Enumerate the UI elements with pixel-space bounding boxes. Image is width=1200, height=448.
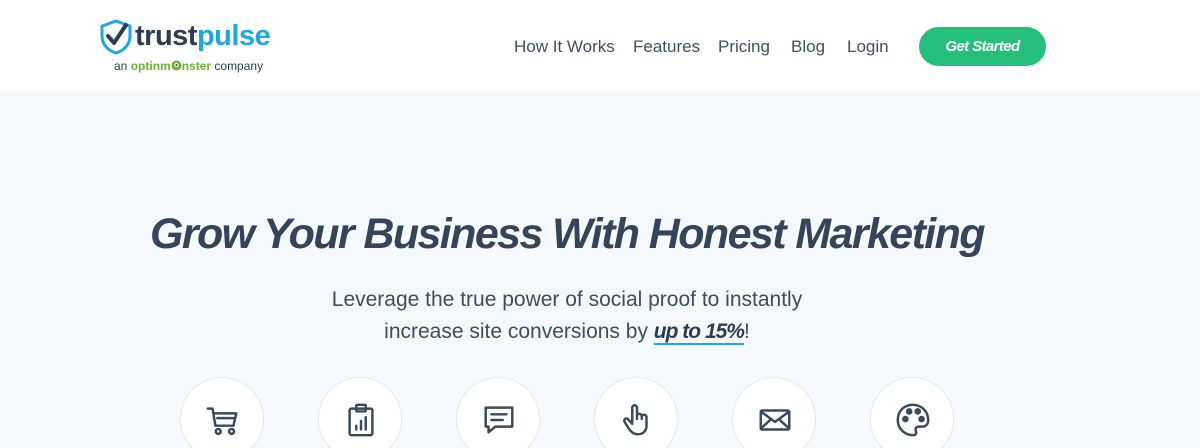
optinmonster-part-b: nster: [181, 59, 212, 73]
feature-pointer[interactable]: [594, 377, 678, 448]
site-header: trustpulse an optinm nster company How It…: [0, 0, 1200, 91]
pointer-hand-icon: [623, 404, 648, 436]
nav-features[interactable]: Features: [633, 36, 700, 58]
hero-title: Grow Your Business With Honest Marketing: [150, 210, 986, 258]
trustpulse-logo[interactable]: trustpulse an optinm nster company: [99, 17, 279, 77]
nav-login[interactable]: Login: [847, 36, 889, 58]
feature-email[interactable]: [732, 377, 816, 448]
logo-tagline: an optinm nster company: [114, 58, 263, 74]
shield-check-icon: [100, 19, 132, 55]
subtitle-suffix: !: [743, 320, 750, 343]
hero-subtitle-line1: Leverage the true power of social proof …: [331, 288, 803, 311]
conversion-highlight: up to 15%: [653, 320, 745, 343]
feature-analytics[interactable]: [318, 377, 402, 448]
cart-icon: [206, 407, 238, 436]
tagline-prefix: an: [114, 59, 128, 73]
feature-messages[interactable]: [456, 377, 540, 448]
nav-pricing[interactable]: Pricing: [718, 36, 770, 58]
palette-icon: [896, 403, 930, 437]
clipboard-chart-icon: [348, 403, 374, 437]
logo-word-trust: trust: [135, 20, 197, 52]
tagline-suffix: company: [214, 59, 264, 73]
message-icon: [484, 406, 514, 434]
nav-blog[interactable]: Blog: [791, 36, 825, 58]
envelope-icon: [759, 409, 791, 431]
optinmonster-wordmark: optinm nster: [131, 59, 211, 73]
get-started-button[interactable]: Get Started: [919, 27, 1046, 66]
feature-cart[interactable]: [180, 377, 264, 448]
logo-wordmark: trustpulse: [135, 18, 271, 54]
logo-word-pulse: pulse: [196, 20, 271, 52]
optinmonster-part-a: optinm: [130, 59, 171, 73]
feature-design[interactable]: [870, 377, 954, 448]
nav-how-it-works[interactable]: How It Works: [514, 36, 615, 58]
monster-icon: [171, 60, 182, 71]
subtitle-prefix: increase site conversions by: [384, 320, 654, 343]
hero-subtitle-line2: increase site conversions by up to 15%!: [0, 317, 1134, 347]
